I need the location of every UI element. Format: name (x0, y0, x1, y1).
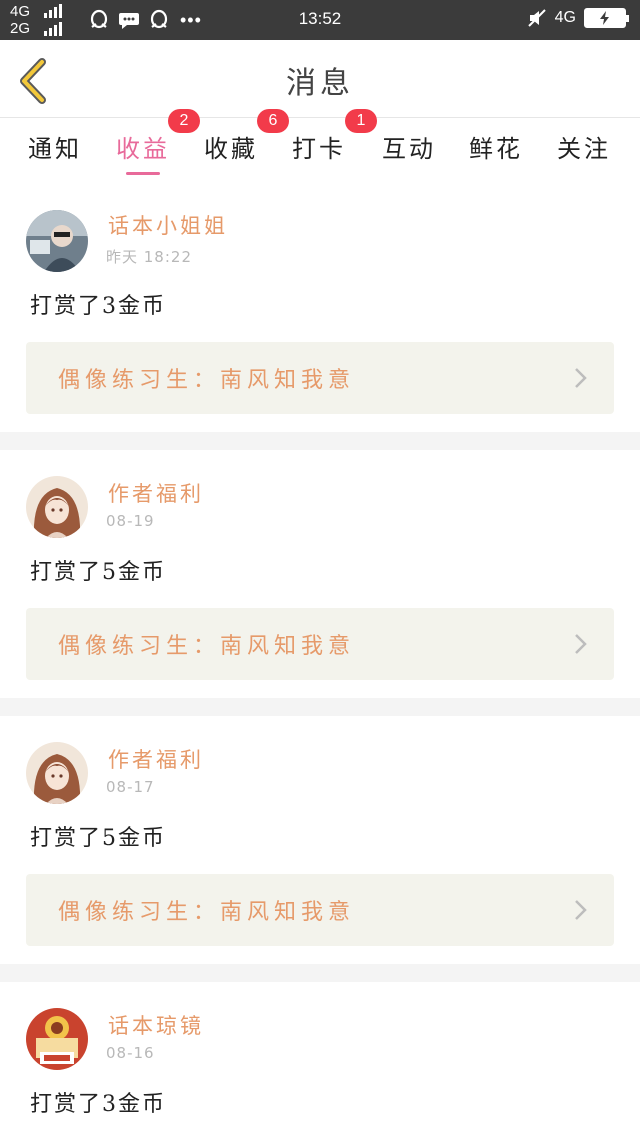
message-card: 作者福利 08-17 打赏了5金币 偶像练习生：南风知我意 (0, 716, 640, 964)
tab-bar: 通知 收益 收藏 打卡 互动 鲜花 关注 (0, 119, 640, 179)
chevron-right-icon (575, 900, 587, 920)
tab-flowers[interactable]: 鲜花 (469, 129, 523, 164)
message-time: 08-16 (106, 1044, 155, 1062)
system-icons: 4G (527, 8, 629, 28)
battery-icon (584, 8, 629, 28)
tab-favorites[interactable]: 收藏 (204, 129, 258, 164)
tab-badge-earnings: 2 (168, 109, 200, 133)
sender-name[interactable]: 话本小姐姐 (108, 210, 228, 240)
story-link-title: 偶像练习生：南风知我意 (58, 900, 356, 925)
active-tab-indicator (126, 172, 160, 175)
avatar[interactable] (26, 210, 88, 272)
avatar[interactable] (26, 1008, 88, 1070)
tab-follow[interactable]: 关注 (557, 129, 611, 164)
avatar[interactable] (26, 476, 88, 538)
sender-name[interactable]: 作者福利 (108, 478, 204, 508)
mute-icon (527, 9, 546, 27)
tab-notify[interactable]: 通知 (28, 129, 82, 164)
message-text: 打赏了5金币 (30, 560, 166, 585)
header: 消息 (0, 40, 640, 118)
message-card: 话本琼镜 08-16 打赏了3金币 (0, 982, 640, 1138)
message-time: 08-17 (106, 778, 155, 796)
tab-checkin[interactable]: 打卡 (292, 129, 346, 164)
status-bar: 4G 2G ••• 13:52 4G (0, 0, 640, 40)
story-link[interactable]: 偶像练习生：南风知我意 (26, 608, 614, 680)
avatar[interactable] (26, 742, 88, 804)
message-text: 打赏了3金币 (30, 294, 166, 319)
message-card: 作者福利 08-19 打赏了5金币 偶像练习生：南风知我意 (0, 450, 640, 698)
story-link-title: 偶像练习生：南风知我意 (58, 368, 356, 393)
tab-badge-checkin: 1 (345, 109, 377, 133)
story-link[interactable]: 偶像练习生：南风知我意 (26, 874, 614, 946)
sender-name[interactable]: 作者福利 (108, 744, 204, 774)
message-time: 08-19 (106, 512, 155, 530)
message-card: 话本小姐姐 昨天 18:22 打赏了3金币 偶像练习生：南风知我意 (0, 180, 640, 432)
message-text: 打赏了3金币 (30, 1092, 166, 1117)
message-list: 话本小姐姐 昨天 18:22 打赏了3金币 偶像练习生：南风知我意 作者福利 0… (0, 180, 640, 1138)
tab-earnings[interactable]: 收益 (116, 129, 170, 164)
page-title: 消息 (286, 66, 354, 101)
network-label-right: 4G (554, 9, 576, 26)
story-link[interactable]: 偶像练习生：南风知我意 (26, 342, 614, 414)
sender-name[interactable]: 话本琼镜 (108, 1010, 204, 1040)
chevron-right-icon (575, 634, 587, 654)
tab-badge-favorites: 6 (257, 109, 289, 133)
message-text: 打赏了5金币 (30, 826, 166, 851)
chevron-right-icon (575, 368, 587, 388)
story-link-title: 偶像练习生：南风知我意 (58, 634, 356, 659)
tab-interaction[interactable]: 互动 (382, 129, 436, 164)
message-time: 昨天 18:22 (106, 248, 192, 266)
